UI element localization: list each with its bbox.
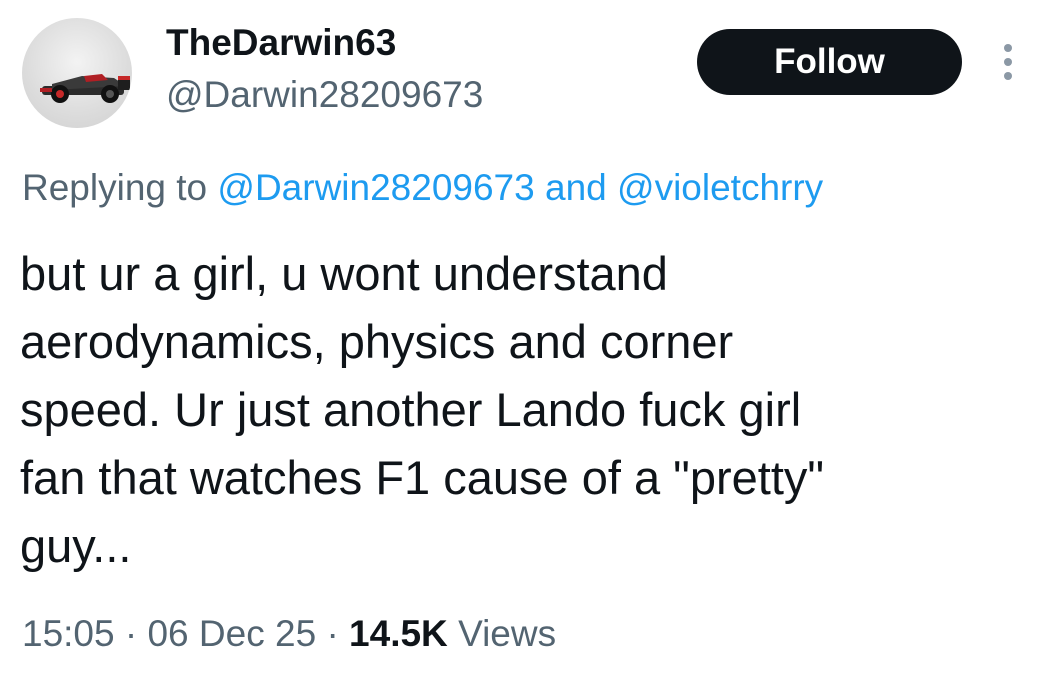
mention-link[interactable]: @Darwin28209673 xyxy=(217,167,534,208)
tweet-text-line: aerodynamics, physics and corner xyxy=(20,315,734,368)
views-count: 14.5K xyxy=(349,613,448,654)
f1-car-icon xyxy=(40,74,130,103)
tweet-card: TheDarwin63 @Darwin28209673 Follow Reply… xyxy=(0,0,1064,691)
replying-to: Replying to @Darwin28209673 and @violetc… xyxy=(22,166,823,210)
display-name[interactable]: TheDarwin63 xyxy=(166,22,396,64)
meta-separator: · xyxy=(124,613,138,654)
user-handle[interactable]: @Darwin28209673 xyxy=(166,74,483,116)
avatar[interactable] xyxy=(22,18,132,128)
more-vertical-icon[interactable] xyxy=(994,40,1022,84)
tweet-time[interactable]: 15:05 xyxy=(22,613,115,654)
tweet-text-line: speed. Ur just another Lando fuck girl xyxy=(20,383,802,436)
tweet-text: but ur a girl, u wont understand aerodyn… xyxy=(20,240,1020,580)
meta-separator: · xyxy=(326,613,339,654)
follow-button[interactable]: Follow xyxy=(697,29,962,95)
tweet-date[interactable]: 06 Dec 25 xyxy=(147,613,316,654)
tweet-text-line: fan that watches F1 cause of a "pretty" xyxy=(20,451,825,504)
mention-link[interactable]: @violetchrry xyxy=(617,167,823,208)
mention-conjunction: and xyxy=(545,167,607,208)
replying-to-label: Replying to xyxy=(22,167,208,208)
tweet-text-line: guy... xyxy=(20,519,132,572)
views-label: Views xyxy=(458,613,557,654)
tweet-meta: 15:05 · 06 Dec 25 · 14.5K Views xyxy=(22,612,556,656)
tweet-text-line: but ur a girl, u wont understand xyxy=(20,247,668,300)
